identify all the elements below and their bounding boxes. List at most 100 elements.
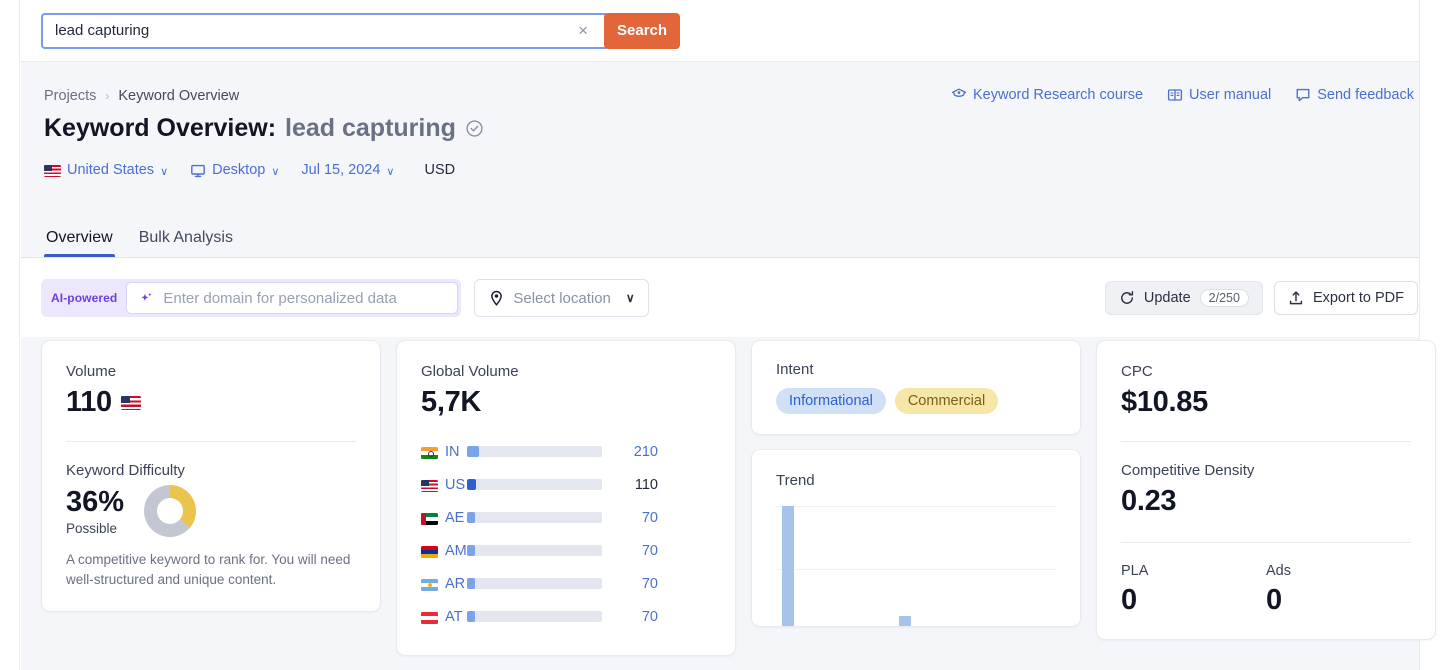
global-volume-country: IN	[421, 444, 467, 460]
country-code: AE	[445, 509, 465, 526]
volume-value-row: 110	[66, 386, 356, 419]
map-pin-icon	[488, 290, 505, 307]
pla-block: PLA 0	[1121, 563, 1266, 617]
keyword-difficulty-value: 36%	[66, 486, 125, 518]
intent-tag[interactable]: Informational	[776, 388, 886, 414]
check-circle-icon	[465, 116, 484, 145]
intent-label: Intent	[776, 361, 814, 378]
country-volume-value: 70	[641, 542, 658, 559]
column-volume: Volume 110 Keyword Difficulty 36% Possib…	[41, 340, 381, 613]
sparkle-icon	[139, 291, 154, 306]
location-select-label: Select location	[513, 289, 611, 307]
grid-line	[776, 569, 1056, 570]
column-intent-trend: Intent Informational Commercial Trend	[751, 340, 1081, 627]
chevron-down-icon: ∨	[386, 165, 395, 178]
keyword-overview-page: lead capturing × Search Projects › Keywo…	[0, 0, 1440, 670]
global-volume-country: AT	[421, 609, 467, 625]
export-to-pdf-label: Export to PDF	[1312, 290, 1404, 306]
export-to-pdf-button[interactable]: Export to PDF	[1273, 281, 1418, 315]
global-volume-row: IN 210	[421, 435, 711, 468]
ads-block: Ads 0	[1266, 563, 1411, 617]
update-button-label: Update	[1143, 290, 1191, 306]
user-manual-label: User manual	[1189, 87, 1272, 103]
metrics-grid: Volume 110 Keyword Difficulty 36% Possib…	[21, 337, 1436, 670]
tab-bar: Overview Bulk Analysis	[44, 229, 235, 257]
competitive-density-value: 0.23	[1121, 485, 1177, 517]
update-counter: 2/250	[1199, 289, 1249, 307]
search-input[interactable]: lead capturing ×	[41, 12, 606, 49]
ads-value: 0	[1266, 584, 1283, 616]
trend-card: Trend	[751, 449, 1081, 627]
global-volume-row: US 110	[421, 468, 711, 501]
search-wrap: lead capturing × Search	[41, 12, 681, 49]
page-title: Keyword Overview: lead capturing	[44, 114, 484, 143]
volume-bar	[467, 611, 602, 622]
keyword-difficulty-text: 36% Possible	[66, 486, 124, 536]
global-volume-country: AE	[421, 510, 467, 526]
speech-bubble-icon	[1295, 87, 1311, 103]
trend-bar	[899, 616, 912, 626]
send-feedback-link[interactable]: Send feedback	[1295, 87, 1414, 103]
competitive-density-label: Competitive Density	[1121, 462, 1255, 479]
cpc-section: CPC $10.85 Competitive Density 0.23 PLA …	[1097, 341, 1435, 639]
chevron-down-icon: ∨	[271, 165, 280, 178]
volume-bar	[467, 578, 602, 589]
global-volume-row: AE 70	[421, 501, 711, 534]
grid-line	[776, 506, 1056, 507]
date-filter[interactable]: Jul 15, 2024 ∨	[301, 162, 394, 178]
global-volume-country: AR	[421, 576, 467, 592]
column-cpc: CPC $10.85 Competitive Density 0.23 PLA …	[1096, 340, 1436, 640]
breadcrumb-projects[interactable]: Projects	[44, 88, 96, 104]
domain-input[interactable]: Enter domain for personalized data	[126, 282, 459, 314]
chevron-down-icon: ∨	[160, 165, 169, 178]
divider	[1121, 441, 1411, 442]
device-filter[interactable]: Desktop ∨	[190, 162, 279, 178]
divider	[1121, 542, 1411, 543]
global-volume-row: AT 70	[421, 600, 711, 633]
global-volume-section: Global Volume 5,7K IN 210 US 110 AE 70 AM 70 AR 7…	[397, 341, 735, 655]
country-volume-value: 110	[634, 476, 658, 493]
page-header: Projects › Keyword Overview Keyword Rese…	[21, 62, 1419, 258]
cpc-label: CPC	[1121, 363, 1153, 380]
cpc-card: CPC $10.85 Competitive Density 0.23 PLA …	[1096, 340, 1436, 640]
update-button[interactable]: Update 2/250	[1104, 281, 1263, 315]
search-button[interactable]: Search	[604, 12, 681, 49]
user-manual-link[interactable]: User manual	[1167, 87, 1271, 103]
tab-overview[interactable]: Overview	[44, 229, 115, 257]
keyword-difficulty-row: 36% Possible	[66, 485, 356, 537]
location-select[interactable]: Select location ∨	[474, 279, 649, 317]
ai-powered-badge: AI-powered	[51, 291, 118, 305]
divider	[66, 441, 356, 442]
ar-flag-icon	[421, 578, 438, 591]
country-volume-value: 70	[641, 509, 658, 526]
keyword-research-course-link[interactable]: Keyword Research course	[951, 87, 1143, 103]
refresh-icon	[1119, 290, 1135, 306]
tab-bulk-analysis[interactable]: Bulk Analysis	[137, 229, 235, 257]
clear-icon[interactable]: ×	[572, 22, 594, 39]
country-code: AM	[445, 542, 467, 559]
column-global-volume: Global Volume 5,7K IN 210 US 110 AE 70 AM 70 AR 7…	[396, 340, 736, 656]
country-volume-value: 70	[641, 608, 658, 625]
global-volume-row: AM 70	[421, 534, 711, 567]
pla-ads-row: PLA 0 Ads 0	[1121, 563, 1411, 617]
global-volume-country: AM	[421, 543, 467, 559]
intent-tag[interactable]: Commercial	[894, 388, 999, 414]
country-code: US	[445, 476, 466, 493]
pla-label: PLA	[1121, 563, 1149, 579]
ai-domain-group: AI-powered Enter domain for personalized…	[41, 279, 462, 317]
country-filter-label: United States	[67, 162, 155, 178]
domain-input-placeholder: Enter domain for personalized data	[163, 289, 397, 307]
country-filter[interactable]: United States ∨	[44, 162, 168, 178]
ae-flag-icon	[421, 512, 438, 525]
am-flag-icon	[421, 545, 438, 558]
cpc-value: $10.85	[1121, 386, 1208, 418]
us-flag-icon	[44, 165, 61, 177]
volume-bar	[467, 479, 602, 490]
country-volume-value: 210	[633, 443, 658, 460]
country-volume-value: 70	[641, 575, 658, 592]
date-filter-label: Jul 15, 2024	[301, 162, 381, 178]
breadcrumb: Projects › Keyword Overview	[44, 88, 239, 104]
global-volume-value: 5,7K	[421, 386, 482, 418]
intent-section: Intent Informational Commercial	[752, 341, 1080, 434]
header-links: Keyword Research course User manual Send…	[951, 87, 1414, 103]
